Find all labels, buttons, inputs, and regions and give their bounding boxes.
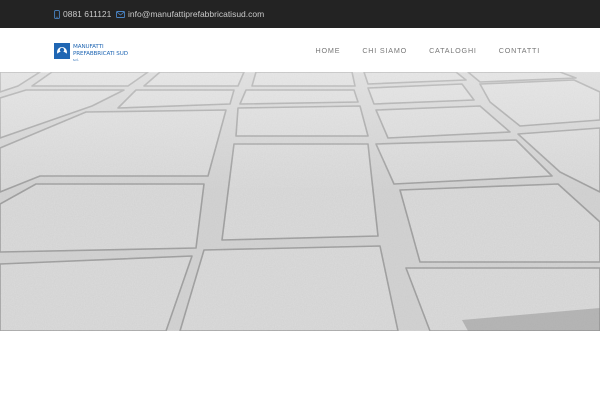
page-content-area	[0, 331, 600, 400]
main-nav: HOME CHI SIAMO CATALOGHI CONTATTI	[294, 28, 540, 72]
logo-mark-icon	[54, 43, 70, 59]
nav-item-home[interactable]: HOME	[316, 46, 341, 55]
email-address: info@manufattiprefabbricatisud.com	[128, 9, 265, 19]
contact-email[interactable]: info@manufattiprefabbricatisud.com	[116, 0, 264, 28]
nav-item-contatti[interactable]: CONTATTI	[499, 46, 540, 55]
hero-paving-image	[0, 72, 600, 331]
phone-number: 0881 611121	[63, 9, 112, 19]
logo-text: MANUFATTI PREFABBRICATI SUD s.r.l.	[73, 44, 128, 63]
site-logo[interactable]: MANUFATTI PREFABBRICATI SUD s.r.l.	[54, 43, 128, 62]
contact-phone[interactable]: 0881 611121	[54, 0, 111, 28]
envelope-icon	[116, 10, 125, 18]
nav-item-chi-siamo[interactable]: CHI SIAMO	[362, 46, 407, 55]
nav-item-cataloghi[interactable]: CATALOGHI	[429, 46, 477, 55]
phone-icon	[54, 9, 60, 19]
